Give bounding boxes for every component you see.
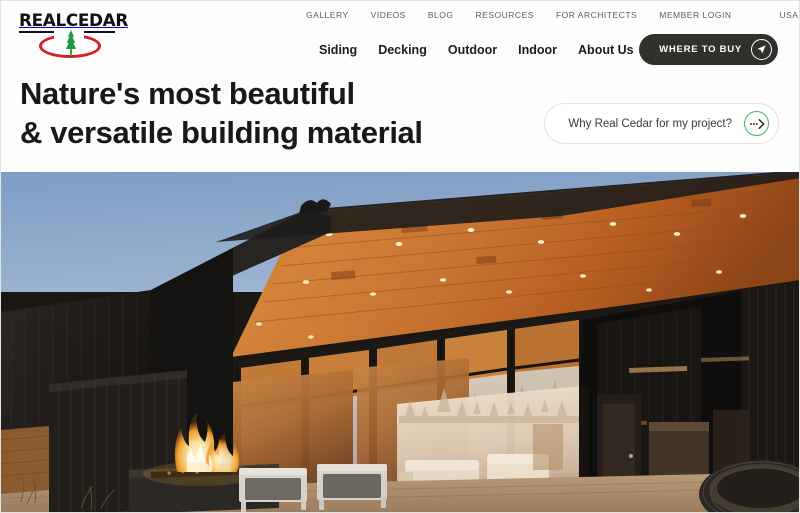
logo-wordmark: REALCEDAR — [19, 11, 128, 30]
nav-item-about-us[interactable]: About Us — [578, 43, 634, 57]
nav-item-outdoor[interactable]: Outdoor — [448, 43, 497, 57]
logo-green-tree-icon — [66, 30, 76, 56]
dotted-arrow-right-icon — [744, 111, 769, 136]
utility-link-blog[interactable]: BLOG — [428, 10, 454, 20]
nav-item-siding[interactable]: Siding — [319, 43, 357, 57]
where-to-buy-button[interactable]: WHERE TO BUY — [639, 34, 778, 65]
nav-item-decking[interactable]: Decking — [378, 43, 427, 57]
utility-link-member-login[interactable]: MEMBER LOGIN — [659, 10, 731, 20]
why-real-cedar-label: Why Real Cedar for my project? — [568, 117, 732, 130]
utility-link-gallery[interactable]: GALLERY — [306, 10, 349, 20]
cedar-tree-oval-icon — [39, 30, 101, 58]
page-root: REALCEDAR GALLERY VIDEOS BLOG RESOURCES … — [0, 0, 800, 513]
utility-nav: GALLERY VIDEOS BLOG RESOURCES FOR ARCHIT… — [306, 7, 799, 23]
nav-item-indoor[interactable]: Indoor — [518, 43, 557, 57]
utility-link-for-architects[interactable]: FOR ARCHITECTS — [556, 10, 637, 20]
why-real-cedar-button[interactable]: Why Real Cedar for my project? — [544, 103, 779, 144]
utility-link-videos[interactable]: VIDEOS — [371, 10, 406, 20]
hero-image — [1, 172, 799, 512]
main-nav: Siding Decking Outdoor Indoor About Us — [319, 37, 682, 63]
region-selector[interactable]: USA & CANADA — [779, 10, 799, 20]
hero-photograph — [1, 172, 799, 512]
utility-link-resources[interactable]: RESOURCES — [476, 10, 534, 20]
page-title: Nature's most beautiful & versatile buil… — [20, 76, 423, 151]
site-header: REALCEDAR GALLERY VIDEOS BLOG RESOURCES … — [1, 1, 799, 172]
site-logo[interactable]: REALCEDAR — [19, 11, 129, 58]
where-to-buy-label: WHERE TO BUY — [659, 44, 742, 55]
navigation-arrow-icon — [751, 39, 772, 60]
